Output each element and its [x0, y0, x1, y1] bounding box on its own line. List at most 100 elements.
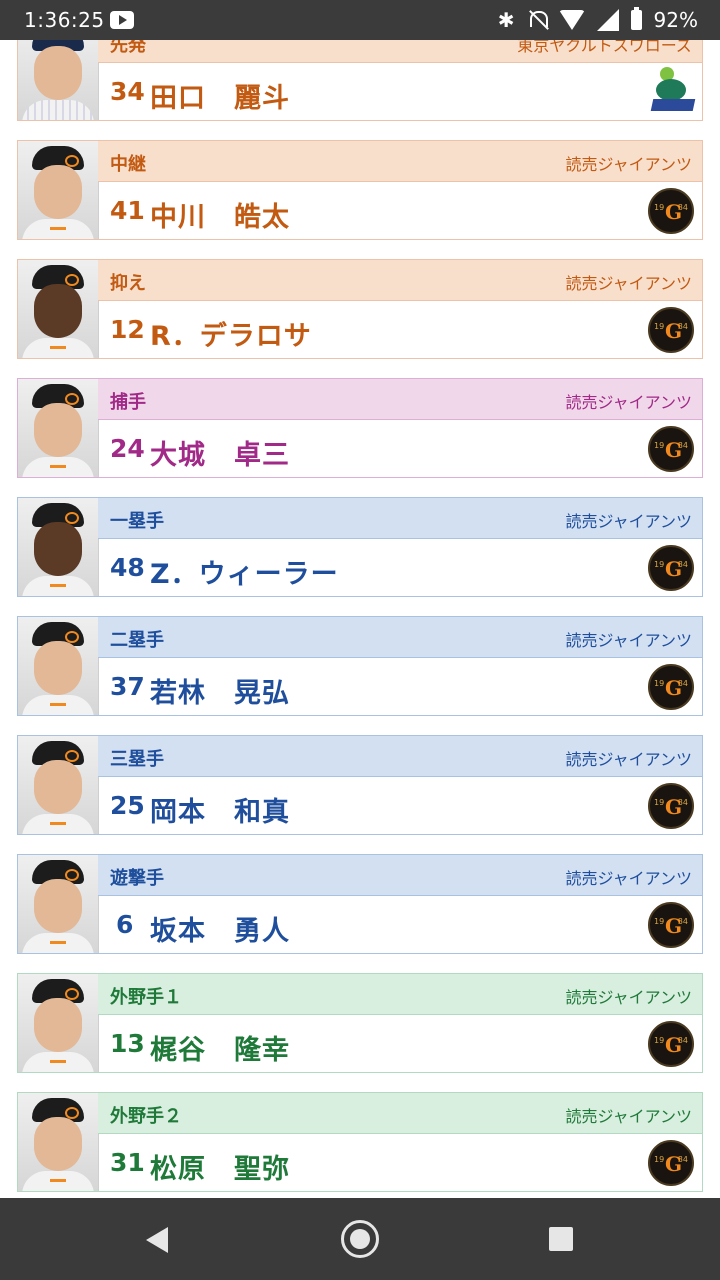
lineup-list: 先発 東京ヤクルトスワローズ 34 田口 麗斗 中継 読売ジャイアンツ 41 中… — [0, 0, 720, 1198]
player-photo — [18, 141, 99, 239]
position-label: 外野手１ — [110, 987, 182, 1008]
card-body: 31 松原 聖弥 19 G 34 — [98, 1134, 702, 1191]
player-card-third-base[interactable]: 三塁手 読売ジャイアンツ 25 岡本 和真 19 G 34 — [17, 735, 703, 835]
uniform-number: 37 — [110, 672, 145, 701]
youtube-notification-icon — [110, 11, 134, 29]
card-header: 二塁手 読売ジャイアンツ — [98, 617, 702, 658]
uniform-number: 31 — [110, 1148, 145, 1177]
giants-logo-icon: 19 G 34 — [648, 307, 694, 353]
team-name: 読売ジャイアンツ — [565, 274, 692, 293]
card-body: 13 梶谷 隆幸 19 G 34 — [98, 1015, 702, 1072]
uniform-number: 12 — [110, 315, 145, 344]
card-body: 12 R．デラロサ 19 G 34 — [98, 301, 702, 358]
player-photo — [18, 855, 99, 953]
card-header: 外野手２ 読売ジャイアンツ — [98, 1093, 702, 1134]
do-not-disturb-icon — [527, 9, 548, 31]
uniform-number: 24 — [110, 434, 145, 463]
player-card-catcher[interactable]: 捕手 読売ジャイアンツ 24 大城 卓三 19 G 34 — [17, 378, 703, 478]
status-bar: 1:36:25 ✱ 92% — [0, 0, 720, 40]
player-name: R．デラロサ — [150, 321, 312, 352]
card-header: 外野手１ 読売ジャイアンツ — [98, 974, 702, 1015]
card-header: 一塁手 読売ジャイアンツ — [98, 498, 702, 539]
card-header: 捕手 読売ジャイアンツ — [98, 379, 702, 420]
player-name: 坂本 勇人 — [150, 916, 290, 947]
uniform-number: 41 — [110, 196, 145, 225]
player-card-shortstop[interactable]: 遊撃手 読売ジャイアンツ 6 坂本 勇人 19 G 34 — [17, 854, 703, 954]
battery-icon — [630, 7, 642, 30]
position-label: 中継 — [110, 154, 146, 175]
position-label: 二塁手 — [110, 630, 164, 651]
card-body: 48 Z．ウィーラー 19 G 34 — [98, 539, 702, 596]
position-label: 外野手２ — [110, 1106, 182, 1127]
player-photo — [18, 974, 99, 1072]
player-card-first-base[interactable]: 一塁手 読売ジャイアンツ 48 Z．ウィーラー 19 G 34 — [17, 497, 703, 597]
cell-signal-icon — [596, 9, 619, 31]
giants-logo-icon: 19 G 34 — [648, 1140, 694, 1186]
position-label: 抑え — [110, 273, 146, 294]
uniform-number: 25 — [110, 791, 145, 820]
player-name: 若林 晃弘 — [150, 678, 290, 709]
uniform-number: 34 — [110, 77, 145, 106]
card-body: 6 坂本 勇人 19 G 34 — [98, 896, 702, 953]
back-icon[interactable] — [146, 1227, 168, 1253]
card-body: 41 中川 皓太 19 G 34 — [98, 182, 702, 239]
home-icon[interactable] — [341, 1220, 379, 1258]
player-photo — [18, 617, 99, 715]
giants-logo-icon: 19 G 34 — [648, 902, 694, 948]
card-body: 25 岡本 和真 19 G 34 — [98, 777, 702, 834]
player-card-middle-reliever[interactable]: 中継 読売ジャイアンツ 41 中川 皓太 19 G 34 — [17, 140, 703, 240]
giants-logo-icon: 19 G 34 — [648, 664, 694, 710]
team-name: 読売ジャイアンツ — [565, 393, 692, 412]
player-card-closer[interactable]: 抑え 読売ジャイアンツ 12 R．デラロサ 19 G 34 — [17, 259, 703, 359]
card-body: 24 大城 卓三 19 G 34 — [98, 420, 702, 477]
player-name: 松原 聖弥 — [150, 1154, 290, 1185]
battery-percent: 92% — [653, 8, 698, 32]
player-name: 梶谷 隆幸 — [150, 1035, 290, 1066]
uniform-number: 13 — [110, 1029, 145, 1058]
giants-logo-icon: 19 G 34 — [648, 1021, 694, 1067]
player-name: Z．ウィーラー — [150, 559, 339, 590]
uniform-number: 6 — [116, 910, 134, 939]
team-name: 読売ジャイアンツ — [565, 512, 692, 531]
giants-logo-icon: 19 G 34 — [648, 783, 694, 829]
team-name: 読売ジャイアンツ — [565, 988, 692, 1007]
clock: 1:36:25 — [24, 8, 105, 32]
team-name: 読売ジャイアンツ — [565, 1107, 692, 1126]
player-photo — [18, 260, 99, 358]
player-photo — [18, 736, 99, 834]
recents-icon[interactable] — [549, 1227, 573, 1251]
player-name: 田口 麗斗 — [150, 83, 290, 114]
bluetooth-icon: ✱ — [497, 8, 515, 32]
giants-logo-icon: 19 G 34 — [648, 545, 694, 591]
navigation-bar — [0, 1198, 720, 1280]
player-card-outfielder-2[interactable]: 外野手２ 読売ジャイアンツ 31 松原 聖弥 19 G 34 — [17, 1092, 703, 1192]
position-label: 捕手 — [110, 392, 146, 413]
position-label: 遊撃手 — [110, 868, 164, 889]
giants-logo-icon: 19 G 34 — [648, 188, 694, 234]
player-name: 岡本 和真 — [150, 797, 290, 828]
position-label: 一塁手 — [110, 511, 164, 532]
status-icons: ✱ 92% — [498, 6, 698, 34]
team-name: 読売ジャイアンツ — [565, 631, 692, 650]
player-card-outfielder-1[interactable]: 外野手１ 読売ジャイアンツ 13 梶谷 隆幸 19 G 34 — [17, 973, 703, 1073]
player-name: 大城 卓三 — [150, 440, 290, 471]
card-header: 中継 読売ジャイアンツ — [98, 141, 702, 182]
team-name: 読売ジャイアンツ — [565, 869, 692, 888]
giants-logo-icon: 19 G 34 — [648, 426, 694, 472]
card-body: 34 田口 麗斗 — [98, 63, 702, 120]
player-card-second-base[interactable]: 二塁手 読売ジャイアンツ 37 若林 晃弘 19 G 34 — [17, 616, 703, 716]
wifi-icon — [558, 10, 585, 30]
card-header: 三塁手 読売ジャイアンツ — [98, 736, 702, 777]
player-photo — [18, 498, 99, 596]
player-photo — [18, 1093, 99, 1191]
uniform-number: 48 — [110, 553, 145, 582]
player-name: 中川 皓太 — [150, 202, 290, 233]
team-name: 読売ジャイアンツ — [565, 750, 692, 769]
position-label: 三塁手 — [110, 749, 164, 770]
card-body: 37 若林 晃弘 19 G 34 — [98, 658, 702, 715]
card-header: 遊撃手 読売ジャイアンツ — [98, 855, 702, 896]
team-name: 読売ジャイアンツ — [565, 155, 692, 174]
player-photo — [18, 379, 99, 477]
swallows-logo-icon — [650, 67, 696, 117]
card-header: 抑え 読売ジャイアンツ — [98, 260, 702, 301]
